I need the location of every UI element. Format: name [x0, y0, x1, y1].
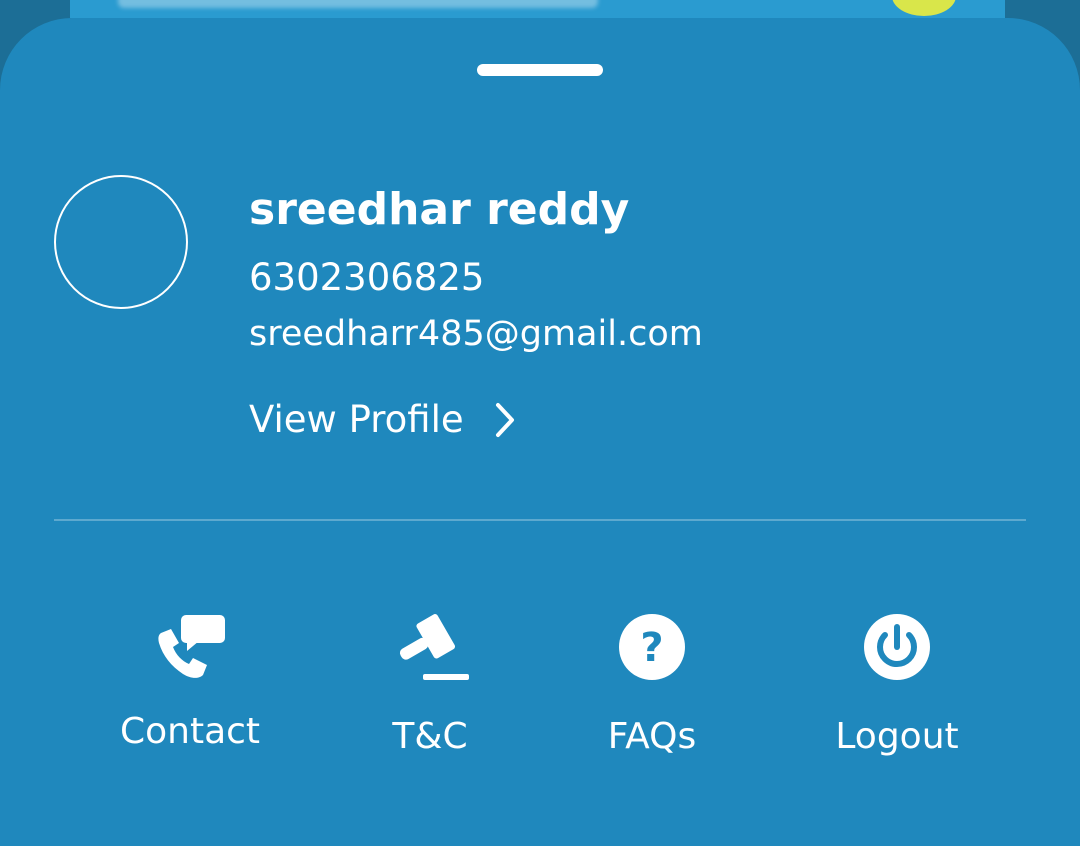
- power-icon: [864, 614, 930, 680]
- avatar[interactable]: [54, 175, 188, 309]
- logout-button[interactable]: Logout: [808, 593, 988, 773]
- contact-label: Contact: [119, 711, 261, 752]
- user-name: sreedhar reddy: [249, 184, 630, 235]
- question-circle-icon: ?: [619, 614, 685, 680]
- background-badge: [892, 0, 956, 16]
- drag-handle[interactable]: [477, 64, 603, 76]
- logout-label: Logout: [835, 716, 959, 757]
- view-profile-label: View Profile: [249, 398, 464, 441]
- background-blurred-banner: [118, 0, 598, 8]
- terms-label: T&C: [392, 716, 468, 757]
- phone-chat-icon: [158, 615, 225, 678]
- svg-text:?: ?: [640, 625, 663, 671]
- divider: [54, 519, 1026, 521]
- faqs-label: FAQs: [607, 716, 697, 757]
- contact-button[interactable]: Contact: [100, 593, 280, 773]
- bottom-sheet: sreedhar reddy 6302306825 sreedharr485@g…: [0, 18, 1080, 846]
- user-email: sreedharr485@gmail.com: [249, 314, 703, 354]
- chevron-right-icon: [495, 402, 514, 437]
- gavel-icon: [399, 614, 469, 680]
- user-phone: 6302306825: [249, 256, 485, 299]
- terms-button[interactable]: T&C: [340, 593, 520, 773]
- background-content-strip: [70, 0, 1005, 18]
- view-profile-link[interactable]: View Profile: [249, 398, 516, 441]
- faqs-button[interactable]: ? FAQs: [562, 593, 742, 773]
